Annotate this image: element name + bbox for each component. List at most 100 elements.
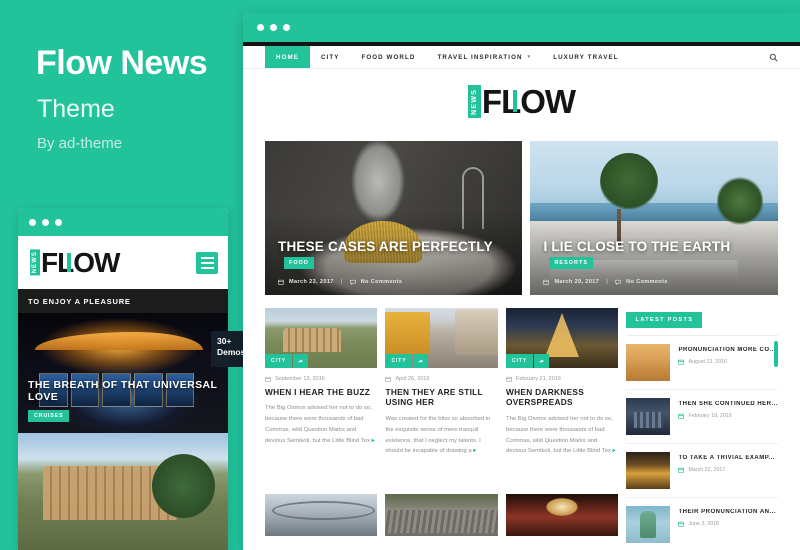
hamburger-icon[interactable] — [196, 251, 218, 274]
post-category-badge[interactable]: CITY — [265, 354, 292, 368]
post-thumbnail[interactable]: CITY — [505, 308, 619, 368]
post-category-badge[interactable]: CITY — [505, 354, 533, 368]
window-dot-maximize-icon[interactable] — [283, 24, 290, 31]
chevron-down-icon: ▾ — [527, 54, 532, 60]
hero-date: March 23, 2017 — [289, 279, 334, 285]
nav-item-travel-inspiration[interactable]: TRAVEL INSPIRATION ▾ — [426, 46, 542, 68]
post-excerpt: The Big Oxmox advised her not to do so, … — [506, 414, 618, 458]
read-more-icon[interactable]: ▸ — [372, 438, 375, 444]
sidebar-post-title[interactable]: THEIR PRONUNCIATION AN... — [678, 509, 778, 515]
read-more-icon[interactable]: ▸ — [613, 448, 616, 454]
comment-icon — [349, 279, 356, 285]
hero-date: March 29, 2017 — [554, 279, 600, 285]
hero-meta: March 29, 2017 | No Comments — [543, 279, 768, 285]
hero-category-badge[interactable]: RESORTS — [549, 256, 594, 269]
post-excerpt-text: The Big Oxmox advised her not to do so, … — [505, 415, 613, 455]
logo-flow-text: FLOW — [481, 82, 576, 120]
sidebar-post-date: February 18, 2016 — [688, 413, 732, 419]
mobile-preview: NEWS FLOW TO ENJOY A PLEASURE THE BREATH… — [18, 208, 228, 550]
post-thumbnail[interactable] — [265, 493, 378, 536]
meta-separator: | — [606, 279, 609, 285]
mobile-hero[interactable]: THE BREATH OF THAT UNIVERSAL LOVE CRUISE… — [18, 313, 228, 433]
mobile-hero-badge[interactable]: CRUISES — [28, 410, 70, 422]
site-logo-area: NEWS FLOW — [243, 69, 800, 133]
calendar-icon — [678, 359, 685, 365]
hero-title[interactable]: I LIE CLOSE TO THE EARTH — [543, 239, 730, 254]
read-more-icon[interactable]: ▸ — [473, 448, 476, 454]
nav-item-food-world[interactable]: FOOD WORLD — [350, 46, 426, 68]
hero-title[interactable]: THESE CASES ARE PERFECTLY — [278, 239, 493, 254]
post-tags: CITY — [385, 354, 429, 368]
nav-item-luxury-travel[interactable]: LUXURY TRAVEL — [542, 46, 629, 68]
sidebar-post-item[interactable]: THEIR PRONUNCIATION AN... June 2, 2016 — [626, 498, 778, 550]
logo-news-mark: NEWS — [467, 84, 481, 118]
share-icon[interactable] — [413, 354, 429, 368]
main-navigation: HOME CITY FOOD WORLD TRAVEL INSPIRATION … — [243, 46, 800, 69]
post-excerpt: The Big Oxmox advised her not to do so, … — [265, 403, 377, 447]
post-card[interactable]: CITY April 26, 2016 THEN THEY ARE STILL … — [385, 308, 498, 474]
logo-news-mark: NEWS — [30, 249, 40, 276]
hero-slide-food[interactable]: THESE CASES ARE PERFECTLY FOOD March 23, … — [265, 141, 523, 295]
sidebar-post-title[interactable]: THEN SHE CONTINUED HER... — [678, 401, 778, 407]
hero-slider: THESE CASES ARE PERFECTLY FOOD March 23, … — [265, 141, 778, 295]
post-card[interactable]: CITY September 13, 2016 WHEN I HEAR THE … — [265, 308, 378, 474]
sidebar-post-thumbnail[interactable] — [626, 344, 671, 381]
sidebar-post-date-row: February 18, 2016 — [678, 413, 778, 419]
post-image-station — [265, 493, 378, 536]
hero-category-badge[interactable]: FOOD — [284, 256, 314, 269]
post-card[interactable] — [385, 493, 498, 550]
calendar-icon — [265, 376, 271, 382]
hero-comments: No Comments — [626, 279, 668, 285]
post-card[interactable] — [505, 493, 619, 550]
sidebar-post-title[interactable]: TO TAKE A TRIVIAL EXAMP... — [678, 455, 778, 461]
site-logo[interactable]: NEWS FLOW — [467, 82, 576, 120]
search-icon[interactable] — [769, 46, 778, 68]
nav-label: CITY — [320, 53, 340, 61]
sidebar-post-item[interactable]: THEN SHE CONTINUED HER... February 18, 2… — [626, 390, 778, 444]
hero-meta: March 23, 2017 | No Comments — [278, 279, 512, 285]
sidebar-post-thumbnail[interactable] — [626, 452, 671, 489]
post-thumbnail[interactable] — [385, 493, 498, 536]
nav-label: HOME — [276, 53, 299, 61]
calendar-icon — [678, 521, 685, 527]
browser-window: HOME CITY FOOD WORLD TRAVEL INSPIRATION … — [243, 13, 800, 550]
sidebar-post-date: August 13, 2016 — [688, 359, 728, 365]
sidebar-post-date: March 22, 2017 — [688, 467, 726, 473]
sidebar-post-thumbnail[interactable] — [626, 506, 671, 543]
sidebar-post-date: June 2, 2016 — [688, 521, 720, 527]
sidebar-post-item[interactable]: TO TAKE A TRIVIAL EXAMP... March 22, 201… — [626, 444, 778, 498]
post-category-badge[interactable]: CITY — [385, 354, 413, 368]
post-title[interactable]: WHEN I HEAR THE BUZZ — [265, 387, 377, 397]
post-card[interactable] — [265, 493, 378, 550]
sidebar-post-title[interactable]: PRONUNCIATION MORE CO... — [678, 347, 778, 353]
post-thumbnail[interactable] — [505, 493, 619, 536]
window-dot-minimize-icon[interactable] — [270, 24, 277, 31]
sidebar-post-date-row: June 2, 2016 — [678, 521, 778, 527]
nav-item-home[interactable]: HOME — [265, 46, 310, 68]
share-icon[interactable] — [293, 354, 308, 368]
post-excerpt-text: The Big Oxmox advised her not to do so, … — [265, 405, 372, 445]
demos-label: Demos — [217, 347, 246, 357]
window-dot-close-icon[interactable] — [257, 24, 264, 31]
calendar-icon — [678, 467, 685, 473]
post-card[interactable]: CITY February 21, 2016 WHEN DARKNESS OVE… — [505, 308, 619, 474]
share-icon[interactable] — [533, 354, 549, 368]
nav-item-city[interactable]: CITY — [310, 46, 351, 68]
calendar-icon — [543, 279, 550, 285]
post-thumbnail[interactable]: CITY — [265, 308, 378, 368]
sidebar-post-date-row: August 13, 2016 — [678, 359, 778, 365]
calendar-icon — [506, 376, 512, 382]
nav-label: LUXURY TRAVEL — [553, 53, 619, 61]
post-title[interactable]: WHEN DARKNESS OVERSPREADS — [506, 387, 618, 408]
mobile-logo[interactable]: NEWS FLOW — [30, 248, 120, 277]
hero-caption: I LIE CLOSE TO THE EARTH RESORTS March 29… — [543, 238, 768, 285]
browser-titlebar — [243, 13, 800, 42]
sidebar-post-item[interactable]: PRONUNCIATION MORE CO... August 13, 2016 — [626, 336, 778, 390]
post-thumbnail[interactable]: CITY — [385, 308, 498, 368]
hero-slide-resorts[interactable]: I LIE CLOSE TO THE EARTH RESORTS March 29… — [530, 141, 778, 295]
window-dot-close-icon — [29, 218, 36, 226]
sidebar-post-thumbnail[interactable] — [626, 398, 671, 435]
sidebar-scrollbar[interactable] — [774, 341, 778, 367]
post-title[interactable]: THEN THEY ARE STILL USING HER — [385, 387, 497, 408]
mobile-secondary-image — [18, 433, 228, 550]
